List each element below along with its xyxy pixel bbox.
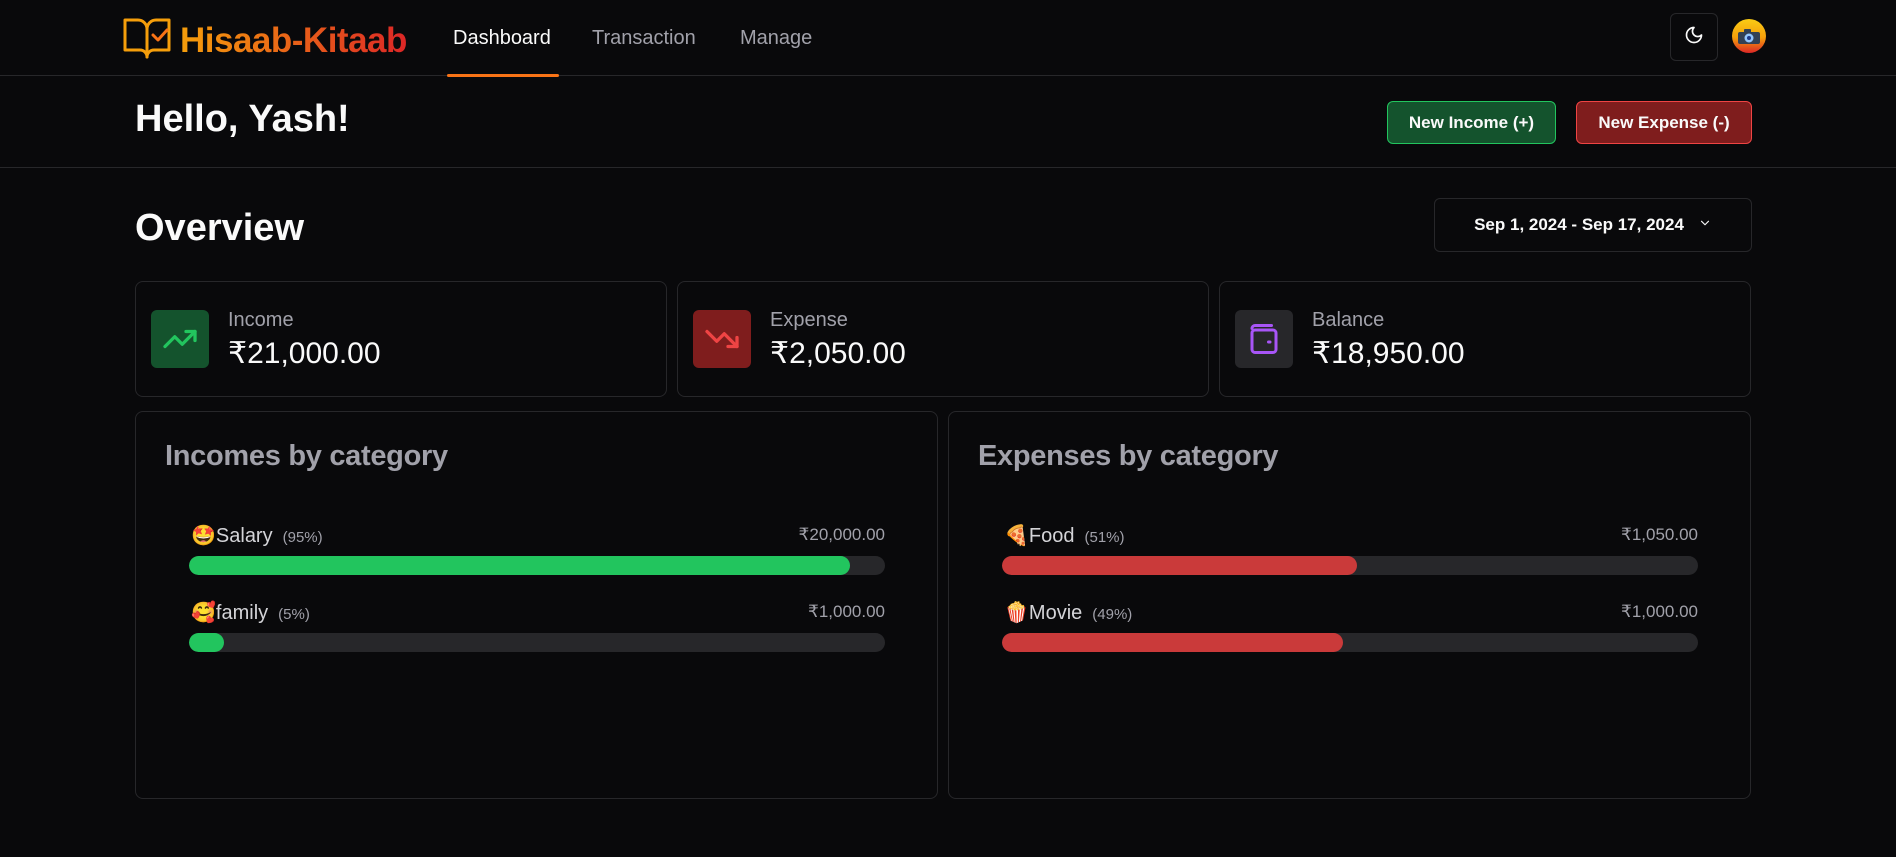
date-range-label: Sep 1, 2024 - Sep 17, 2024 (1474, 215, 1684, 234)
category-amount: ₹1,000.00 (808, 602, 885, 621)
progress-fill (189, 633, 224, 652)
category-amount: ₹1,000.00 (1621, 602, 1698, 621)
greeting-heading: Hello, Yash! (135, 98, 350, 140)
progress-fill (1002, 633, 1344, 652)
income-label: Income (228, 309, 294, 331)
category-emoji: 🍕 (1004, 525, 1029, 547)
progress-track (189, 633, 885, 652)
category-name: Salary (215, 525, 273, 547)
top-navbar: Hisaab-Kitaab Dashboard Transaction Mana… (0, 0, 1896, 77)
category-percent: (5%) (278, 606, 310, 623)
balance-label: Balance (1312, 309, 1385, 331)
expense-value: ₹2,050.00 (770, 337, 906, 370)
expenses-by-category-title: Expenses by category (978, 440, 1279, 472)
progress-track (189, 556, 885, 575)
incomes-by-category-title: Incomes by category (165, 440, 448, 472)
date-range-picker[interactable]: Sep 1, 2024 - Sep 17, 2024 (1434, 198, 1752, 252)
category-label: 🥰family (191, 600, 268, 625)
category-percent: (95%) (282, 529, 323, 546)
new-expense-button[interactable]: New Expense (-) (1576, 101, 1752, 144)
book-check-icon (122, 15, 172, 66)
category-percent: (49%) (1092, 606, 1133, 623)
category-percent: (51%) (1084, 529, 1125, 546)
nav-dashboard[interactable]: Dashboard (453, 0, 551, 76)
user-avatar[interactable] (1732, 19, 1766, 53)
category-emoji: 🥰 (191, 602, 216, 624)
expense-stat-card: Expense ₹2,050.00 (677, 281, 1209, 397)
progress-fill (1002, 556, 1357, 575)
progress-track (1002, 556, 1698, 575)
theme-toggle-button[interactable] (1670, 13, 1718, 61)
expense-category-row[interactable]: 🍕Food (51%) ₹1,050.00 (1002, 523, 1698, 583)
nav-transaction[interactable]: Transaction (592, 0, 696, 76)
category-emoji: 🍿 (1004, 602, 1029, 624)
progress-fill (189, 556, 851, 575)
trending-up-icon (151, 310, 209, 368)
income-value: ₹21,000.00 (228, 337, 381, 370)
category-label: 🤩Salary (191, 523, 273, 548)
new-income-button[interactable]: New Income (+) (1387, 101, 1556, 144)
expense-label: Expense (770, 309, 848, 331)
greeting-bar: Hello, Yash! New Income (+) New Expense … (0, 76, 1896, 168)
category-name: family (215, 602, 269, 624)
category-emoji: 🤩 (191, 525, 216, 547)
balance-value: ₹18,950.00 (1312, 337, 1465, 370)
income-category-row[interactable]: 🥰family (5%) ₹1,000.00 (189, 600, 885, 660)
expense-category-row[interactable]: 🍿Movie (49%) ₹1,000.00 (1002, 600, 1698, 660)
category-amount: ₹20,000.00 (798, 525, 885, 544)
category-label: 🍿Movie (1004, 600, 1082, 625)
incomes-by-category-card: Incomes by category 🤩Salary (95%) ₹20,00… (135, 411, 938, 799)
balance-stat-card: Balance ₹18,950.00 (1219, 281, 1751, 397)
category-name: Movie (1028, 602, 1083, 624)
nav-manage[interactable]: Manage (740, 0, 812, 76)
overview-title: Overview (135, 207, 304, 249)
wallet-icon (1235, 310, 1293, 368)
trending-down-icon (693, 310, 751, 368)
chevron-down-icon (1698, 215, 1712, 235)
progress-track (1002, 633, 1698, 652)
app-name: Hisaab-Kitaab (180, 20, 407, 60)
moon-icon (1684, 25, 1704, 50)
category-label: 🍕Food (1004, 523, 1075, 548)
category-name: Food (1028, 525, 1075, 547)
income-stat-card: Income ₹21,000.00 (135, 281, 667, 397)
category-amount: ₹1,050.00 (1621, 525, 1698, 544)
app-logo[interactable]: Hisaab-Kitaab (122, 15, 407, 66)
expenses-by-category-card: Expenses by category 🍕Food (51%) ₹1,050.… (948, 411, 1751, 799)
income-category-row[interactable]: 🤩Salary (95%) ₹20,000.00 (189, 523, 885, 583)
